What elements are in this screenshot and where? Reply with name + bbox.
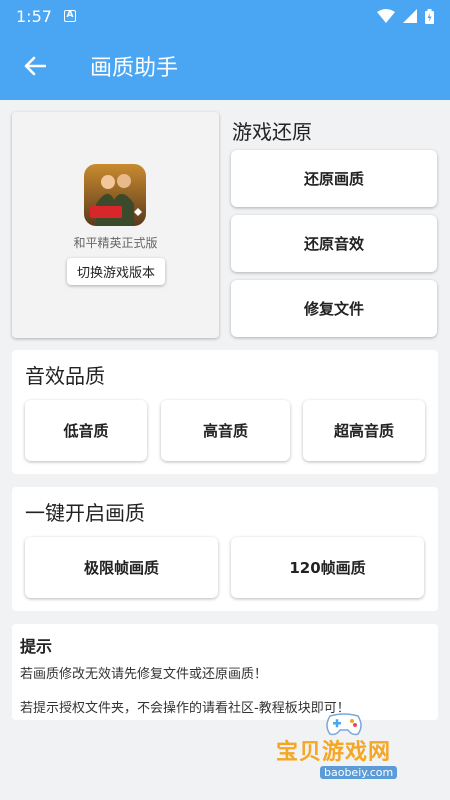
hint-line-1: 若画质修改无效请先修复文件或还原画质！ [20,667,268,682]
status-icons [377,8,434,24]
page-title: 画质助手 [90,56,179,81]
quality-title: 一键开启画质 [25,501,145,525]
battery-icon [425,8,434,24]
restore-quality-button[interactable]: 还原画质 [231,150,437,207]
switch-version-button[interactable]: 切换游戏版本 [67,258,165,285]
audio-title: 音效品质 [25,364,105,388]
back-button[interactable] [0,32,70,100]
low-audio-button[interactable]: 低音质 [25,400,147,461]
game-name: 和平精英正式版 [73,236,158,250]
extreme-fps-button[interactable]: 极限帧画质 [25,537,218,598]
120fps-button[interactable]: 120帧画质 [231,537,424,598]
signal-icon [403,9,417,23]
ultra-audio-button[interactable]: 超高音质 [303,400,425,461]
wifi-icon [377,9,395,23]
app-bar: 画质助手 [0,32,450,100]
high-audio-button[interactable]: 高音质 [161,400,290,461]
watermark-logo: 宝贝游戏网 baobeiy.com [272,712,422,800]
status-bar: 1:57 A [0,0,450,32]
arrow-left-icon [24,56,46,76]
notification-icon: A [63,10,76,22]
restore-audio-button[interactable]: 还原音效 [231,215,437,272]
hint-title: 提示 [20,637,53,656]
gamepad-icon [326,713,362,736]
game-icon [84,164,146,226]
repair-files-button[interactable]: 修复文件 [231,280,437,337]
status-time: 1:57 [16,6,52,26]
restore-title: 游戏还原 [232,120,312,144]
watermark-text: 宝贝游戏网 [276,740,392,765]
watermark-url: baobeiy.com [320,766,398,779]
game-panel: 和平精英正式版 切换游戏版本 [12,112,219,338]
